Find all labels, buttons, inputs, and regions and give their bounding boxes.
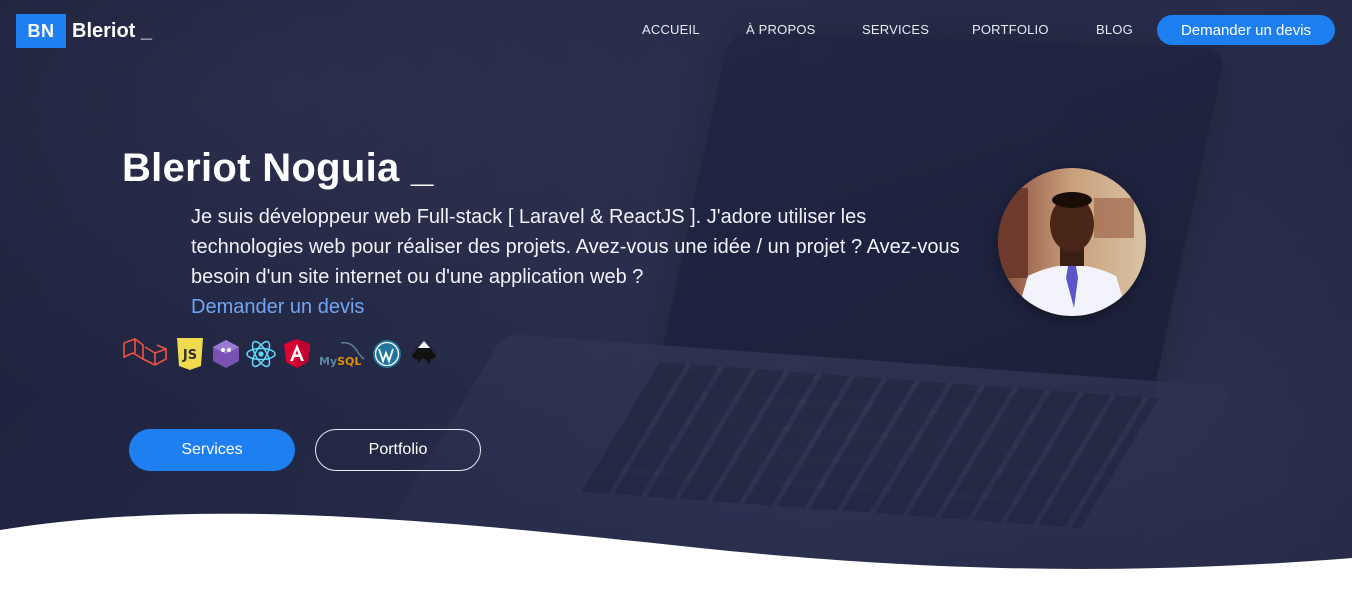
wordpress-icon [373,340,401,368]
services-button[interactable]: Services [129,429,295,471]
laravel-icon [123,338,167,366]
page-title: Bleriot Noguia _ [122,146,434,190]
request-quote-button[interactable]: Demander un devis [1157,15,1335,45]
bottom-wave-divider [0,513,1352,598]
react-icon [246,340,276,368]
javascript-icon-text: JS [182,348,197,363]
nav-item-services[interactable]: SERVICES [862,22,929,37]
inkscape-icon [412,341,436,365]
portfolio-button[interactable]: Portfolio [315,429,481,471]
logo-name: Bleriot _ [72,19,153,42]
mysql-icon: MySQL [319,341,365,368]
request-quote-link[interactable]: Demander un devis [191,292,971,322]
svg-text:MySQL: MySQL [319,355,361,368]
nav-item-portfolio[interactable]: PORTFOLIO [972,22,1049,37]
logo-initials: BN [16,14,66,48]
intro-text: Je suis développeur web Full-stack [ Lar… [191,202,971,322]
hero-section: BN Bleriot _ ACCUEIL À PROPOS SERVICES P… [0,0,1352,598]
nav-item-blog[interactable]: BLOG [1096,22,1133,37]
angular-icon [284,339,310,368]
top-navigation: BN Bleriot _ ACCUEIL À PROPOS SERVICES P… [0,0,1352,62]
nav-item-accueil[interactable]: ACCUEIL [642,22,700,37]
profile-avatar [998,168,1146,316]
site-logo[interactable]: BN Bleriot _ [16,14,152,48]
javascript-icon: JS [177,338,203,370]
intro-paragraph: Je suis développeur web Full-stack [ Lar… [191,206,960,288]
bootstrap-icon [213,340,239,368]
nav-item-a-propos[interactable]: À PROPOS [746,22,816,37]
